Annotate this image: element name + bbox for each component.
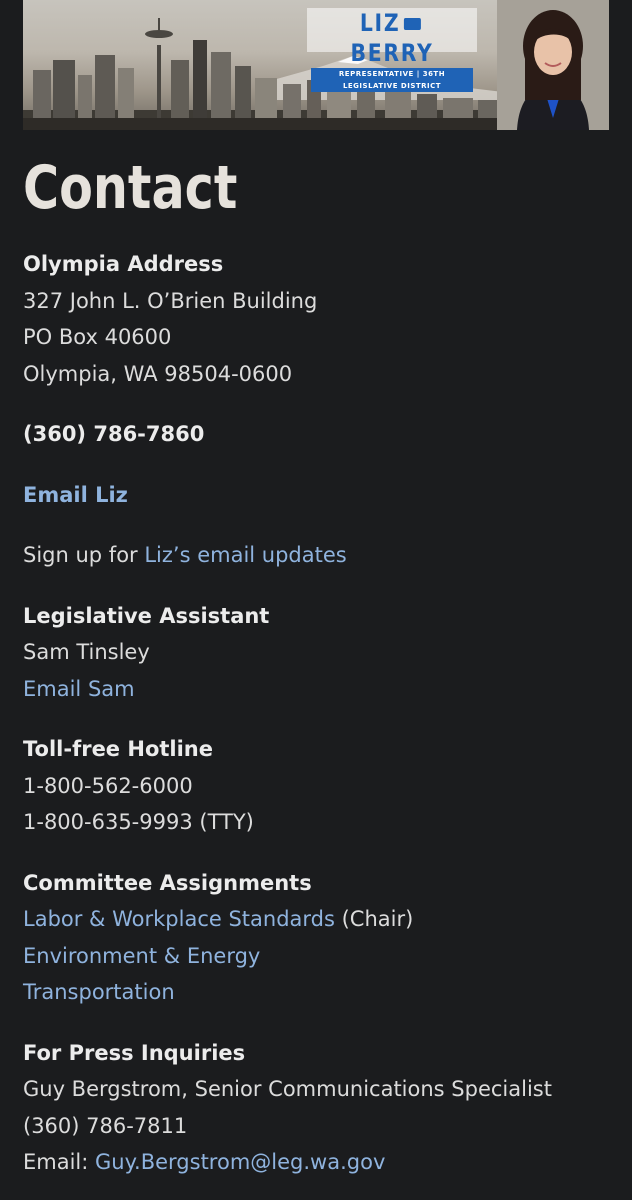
page-title: Contact (23, 153, 238, 223)
press-section: For Press Inquiries Guy Bergstrom, Senio… (23, 1035, 609, 1181)
office-phone[interactable]: (360) 786-7860 (23, 416, 609, 453)
press-contact: Guy Bergstrom, Senior Communications Spe… (23, 1077, 552, 1101)
hotline-number-tty[interactable]: 1-800-635-9993 (TTY) (23, 804, 609, 841)
signup-prefix: Sign up for (23, 543, 145, 567)
committee-label: Committee Assignments (23, 870, 312, 895)
email-sam-link[interactable]: Email Sam (23, 677, 135, 701)
header-banner: LIZBERRY REPRESENTATIVE | 36TH LEGISLATI… (23, 0, 609, 130)
committee-item: Transportation (23, 974, 609, 1011)
brand-name: LIZBERRY (320, 8, 465, 68)
brand-last-name: BERRY (350, 39, 434, 67)
olympia-address-label: Olympia Address (23, 252, 224, 276)
committee-item: Environment & Energy (23, 938, 609, 975)
assistant-name: Sam Tinsley (23, 640, 150, 664)
hotline-label: Toll-free Hotline (23, 737, 213, 761)
olympia-address-section: Olympia Address 327 John L. O’Brien Buil… (23, 246, 609, 392)
email-liz-link[interactable]: Email Liz (23, 483, 128, 507)
assistant-label: Legislative Assistant (23, 603, 270, 628)
address-line-1: 327 John L. O’Brien Building (23, 288, 318, 313)
hotline-number-1[interactable]: 1-800-562-6000 (23, 768, 609, 805)
committee-environment-link[interactable]: Environment & Energy (23, 944, 260, 968)
press-email-row: Email: Guy.Bergstrom@leg.wa.gov (23, 1144, 609, 1181)
address-line-2: PO Box 40600 (23, 325, 172, 349)
representative-portrait (497, 0, 609, 130)
committee-section: Committee Assignments Labor & Workplace … (23, 865, 609, 1011)
press-email-link[interactable]: Guy.Bergstrom@leg.wa.gov (95, 1150, 385, 1174)
committee-transportation-link[interactable]: Transportation (23, 980, 175, 1004)
brand-subtitle: REPRESENTATIVE | 36TH LEGISLATIVE DISTRI… (311, 68, 473, 92)
brand-first-name: LIZ (359, 9, 401, 37)
press-label: For Press Inquiries (23, 1040, 246, 1065)
hotline-section: Toll-free Hotline 1-800-562-6000 1-800-6… (23, 731, 609, 841)
committee-item: Labor & Workplace Standards (Chair) (23, 901, 609, 938)
email-updates-link[interactable]: Liz’s email updates (144, 543, 346, 567)
brand-logo: LIZBERRY REPRESENTATIVE | 36TH LEGISLATI… (307, 8, 477, 92)
address-line-3: Olympia, WA 98504-0600 (23, 361, 293, 386)
press-phone[interactable]: (360) 786-7811 (23, 1108, 609, 1145)
signup-row: Sign up for Liz’s email updates (23, 537, 609, 574)
committee-chair-note: (Chair) (334, 907, 414, 931)
press-email-prefix: Email: (23, 1150, 96, 1174)
legislative-assistant-section: Legislative Assistant Sam Tinsley Email … (23, 598, 609, 708)
washington-state-icon (403, 18, 421, 30)
committee-labor-link[interactable]: Labor & Workplace Standards (23, 907, 335, 931)
